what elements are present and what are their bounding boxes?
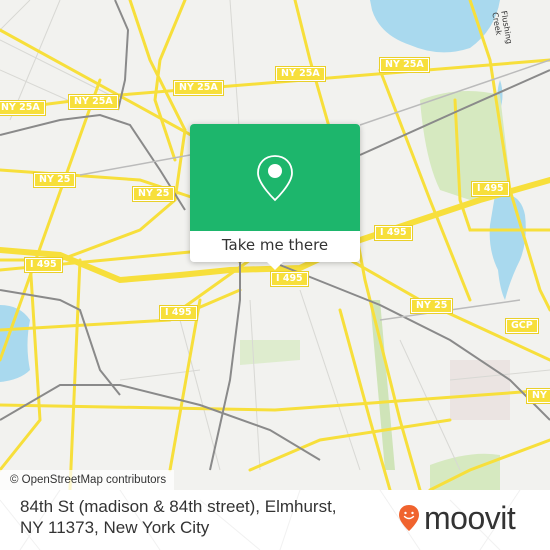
location-popup: Take me there — [190, 124, 360, 270]
footer: 84th St (madison & 84th street), Elmhurs… — [0, 490, 550, 550]
road-shield: NY 25 — [131, 186, 176, 202]
popup-tail — [267, 262, 283, 270]
road-shield: I 495 — [24, 257, 63, 273]
road-shield: I 495 — [159, 305, 198, 321]
location-pin-icon — [257, 155, 293, 202]
road-shield: I 495 — [270, 271, 309, 287]
map[interactable]: NY 25A NY 25A NY 25A NY 25A NY 25A NY 25… — [0, 0, 550, 490]
road-shield: NY 25A — [0, 100, 46, 116]
road-shield: NY 25A — [275, 66, 326, 82]
road-shield: NY 25A — [379, 57, 430, 73]
road-shield: NY 25A — [68, 94, 119, 110]
road-shield: NY 25 — [525, 388, 550, 404]
park-juniper — [240, 340, 300, 365]
road-shield: GCP — [505, 318, 539, 334]
water-meadow-lake — [489, 194, 526, 300]
map-attribution[interactable]: © OpenStreetMap contributors — [0, 470, 175, 490]
take-me-there-button[interactable]: Take me there — [190, 231, 360, 262]
road-shield: NY 25 — [409, 298, 454, 314]
address-text: 84th St (madison & 84th street), Elmhurs… — [20, 497, 337, 537]
road-shield: NY 25 — [32, 172, 77, 188]
road-shield: I 495 — [374, 225, 413, 241]
popup-header — [190, 124, 360, 231]
area-cemetery — [450, 360, 510, 420]
road-shield: NY 25A — [173, 80, 224, 96]
road-shield: I 495 — [471, 181, 510, 197]
moovit-wordmark: moovit — [424, 500, 516, 536]
water-flushing-bay — [370, 0, 500, 53]
moovit-logo[interactable]: moovit — [398, 500, 516, 536]
moovit-smiley-pin-icon — [399, 505, 419, 531]
